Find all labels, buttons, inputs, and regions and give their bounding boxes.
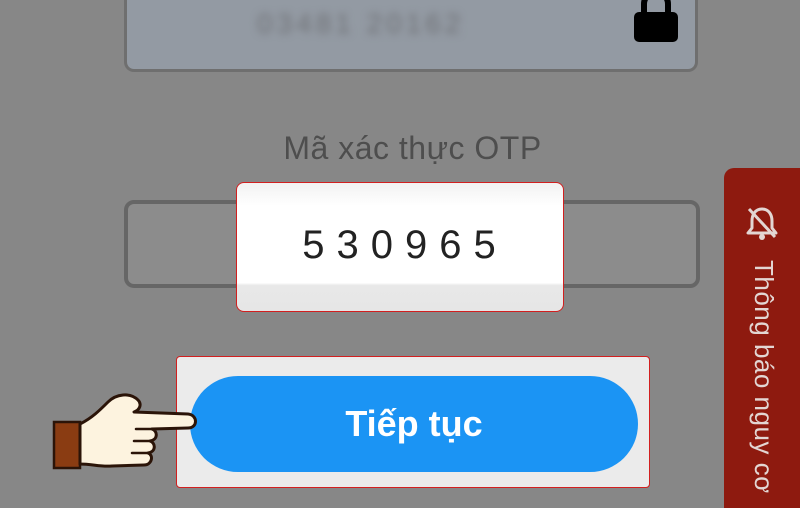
bell-icon <box>746 207 778 240</box>
risk-notification-label: Thông báo nguy cơ <box>749 260 779 494</box>
otp-label: Mã xác thực OTP <box>283 130 542 166</box>
phone-number-field: 03481 20162 <box>124 0 698 72</box>
pointing-hand-icon <box>52 393 197 470</box>
phone-number-value: 03481 20162 <box>257 8 465 39</box>
continue-button[interactable]: Tiếp tục <box>190 376 638 472</box>
otp-value: 530965 <box>302 223 508 267</box>
otp-input[interactable]: 530965 <box>236 182 564 312</box>
risk-notification-tab[interactable]: Thông báo nguy cơ <box>724 168 800 508</box>
lock-icon <box>634 0 678 42</box>
